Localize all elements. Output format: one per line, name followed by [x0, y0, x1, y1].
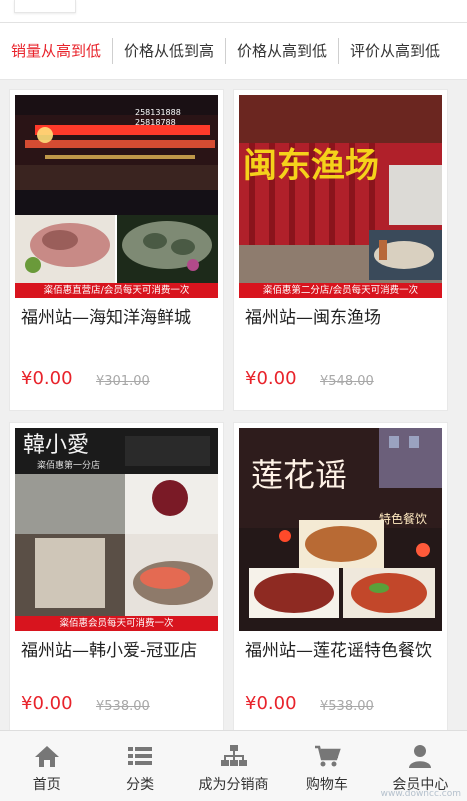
tab-category[interactable]: 分类: [93, 731, 186, 801]
product-card[interactable]: 闽东渔场 粢佰惠第二分店/会员每天可消费一次 福州站—闽东渔场 ¥0.00 ¥5…: [234, 90, 447, 410]
sort-tab-rating-desc[interactable]: 评价从高到低: [339, 38, 451, 64]
svg-text:闽东渔场: 闽东渔场: [243, 146, 379, 186]
product-price: ¥0.00: [245, 693, 297, 714]
top-bar: [0, 0, 467, 23]
promo-banner: 粢佰惠第二分店/会员每天可消费一次: [239, 283, 442, 298]
product-card[interactable]: 韓小愛 粢佰惠第一分店 粢佰惠会员每天可消费一次 福州站—韩小爱-冠亚店 ¥0.…: [10, 423, 223, 733]
product-name[interactable]: 福州站—莲花谣特色餐饮: [245, 636, 440, 666]
product-image[interactable]: 258131888 25818788 粢佰惠直营店/会员每天可消费一次: [15, 95, 218, 298]
product-name[interactable]: 福州站—韩小爱-冠亚店: [21, 636, 216, 666]
restaurant-storefront-photo: 闽东渔场: [239, 95, 442, 298]
tab-label: 分类: [126, 777, 155, 793]
top-bar-tab-stub: [14, 0, 76, 13]
product-price: ¥0.00: [245, 368, 297, 389]
promo-banner: 粢佰惠直营店/会员每天可消费一次: [15, 283, 218, 298]
sort-tab-sales-desc[interactable]: 销量从高到低: [0, 38, 114, 64]
tab-cart[interactable]: 购物车: [280, 731, 373, 801]
svg-text:25818788: 25818788: [135, 118, 176, 127]
restaurant-storefront-photo: 莲花谣 特色餐饮: [239, 428, 442, 631]
product-name[interactable]: 福州站—闽东渔场: [245, 303, 440, 333]
product-old-price: ¥548.00: [320, 374, 374, 389]
product-old-price: ¥538.00: [320, 699, 374, 714]
restaurant-night-photo: 258131888 25818788: [15, 95, 218, 298]
bottom-tab-bar: 首页 分类 成为分销商 购物车 会员中心 www.downcc.com: [0, 730, 467, 801]
cart-icon: [314, 745, 341, 767]
product-price: ¥0.00: [21, 368, 73, 389]
tab-label: 成为分销商: [198, 777, 269, 793]
sort-tab-price-desc[interactable]: 价格从高到低: [226, 38, 340, 64]
product-old-price: ¥301.00: [96, 374, 150, 389]
product-name[interactable]: 福州站—海知洋海鲜城: [21, 303, 216, 333]
svg-text:258131888: 258131888: [135, 108, 181, 117]
tab-label: 首页: [32, 777, 61, 793]
sitemap-icon: [220, 745, 247, 766]
svg-text:特色餐饮: 特色餐饮: [379, 511, 427, 526]
product-card[interactable]: 莲花谣 特色餐饮 福州站—莲花谣特色餐饮 ¥0.00 ¥538.00: [234, 423, 447, 733]
restaurant-storefront-photo: 韓小愛 粢佰惠第一分店: [15, 428, 218, 631]
home-icon: [34, 746, 59, 767]
sort-tab-price-asc[interactable]: 价格从低到高: [113, 38, 227, 64]
tab-home[interactable]: 首页: [0, 731, 93, 801]
sort-bar: 销量从高到低 价格从低到高 价格从高到低 评价从高到低: [0, 23, 467, 80]
svg-text:莲花谣: 莲花谣: [251, 456, 347, 494]
tab-label: 购物车: [305, 777, 348, 793]
product-old-price: ¥538.00: [96, 699, 150, 714]
list-icon: [128, 747, 153, 765]
product-price: ¥0.00: [21, 693, 73, 714]
product-card[interactable]: 258131888 25818788 粢佰惠直营店/会员每天可消费一次 福州站—…: [10, 90, 223, 410]
promo-banner: 粢佰惠会员每天可消费一次: [15, 616, 218, 631]
svg-text:韓小愛: 韓小愛: [23, 433, 89, 458]
product-image[interactable]: 莲花谣 特色餐饮: [239, 428, 442, 631]
user-icon: [409, 745, 432, 768]
tab-become-distributor[interactable]: 成为分销商: [187, 731, 280, 801]
watermark: www.downcc.com: [380, 789, 461, 799]
product-image[interactable]: 韓小愛 粢佰惠第一分店 粢佰惠会员每天可消费一次: [15, 428, 218, 631]
svg-text:粢佰惠第一分店: 粢佰惠第一分店: [37, 459, 100, 471]
product-image[interactable]: 闽东渔场 粢佰惠第二分店/会员每天可消费一次: [239, 95, 442, 298]
